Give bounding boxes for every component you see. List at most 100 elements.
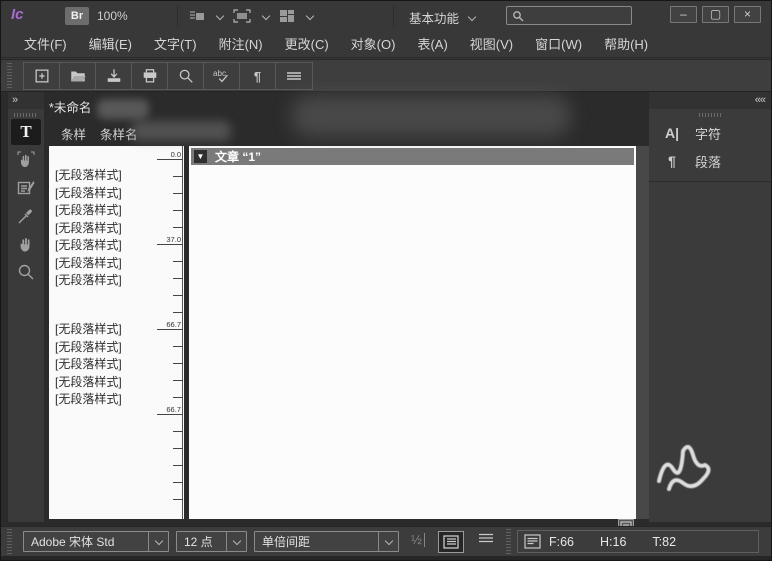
hidden-characters-button[interactable]: ¶ (240, 63, 276, 89)
arrange-documents-icon (279, 9, 295, 23)
close-button[interactable]: × (734, 6, 761, 23)
magnifier-icon (177, 67, 195, 85)
window-bottom-edge (1, 556, 772, 561)
ruler-label: 37.0 (143, 235, 181, 244)
ruler-tick (173, 193, 183, 194)
fraction-button[interactable]: ½ (411, 532, 425, 547)
position-tool-icon (16, 150, 36, 170)
menu-object[interactable]: 对象(O) (340, 31, 407, 58)
toolbar-grip-handle[interactable] (7, 63, 12, 90)
collapse-story-button[interactable]: ▼ (194, 150, 207, 163)
menu-table[interactable]: 表(A) (406, 31, 458, 58)
new-document-button[interactable] (24, 63, 60, 89)
chevron-down-icon (226, 532, 246, 551)
ruler-label: 66.7 (143, 320, 181, 329)
font-size-dropdown[interactable]: 12 点 (176, 531, 247, 552)
panel-item-character[interactable]: A| 字符 (649, 119, 772, 147)
ruler-tick (173, 312, 183, 313)
ruler-tick (173, 278, 183, 279)
galley-style-row: [无段落样式] (55, 355, 122, 372)
character-label: 字符 (695, 124, 721, 143)
galley-style-row: [无段落样式] (55, 201, 122, 218)
view-options-dropdown[interactable] (189, 6, 223, 26)
search-box[interactable] (506, 6, 632, 25)
incopy-window: Ic Br 100% (0, 0, 772, 561)
galley-view-icon (443, 535, 459, 549)
galley-style-row: [无段落样式] (55, 219, 122, 236)
zoom-level-dropdown[interactable]: 100% (97, 7, 167, 25)
menu-file[interactable]: 文件(F) (13, 31, 78, 58)
eyedropper-tool-button[interactable] (11, 203, 41, 229)
arrange-documents-dropdown[interactable] (279, 6, 313, 26)
menu-help[interactable]: 帮助(H) (593, 31, 659, 58)
hand-tool-icon (16, 234, 36, 254)
galley-info-toggle-active[interactable] (438, 531, 464, 553)
document-tab[interactable]: *未命名 (49, 97, 91, 119)
tab-galley[interactable]: 条样 (61, 124, 86, 142)
position-tool-button[interactable] (11, 147, 41, 173)
copyfit-info-group: F:66 H:16 T:82 (517, 530, 759, 553)
tools-panel-grip-handle[interactable] (14, 113, 38, 117)
paragraph-icon: ¶ (661, 153, 683, 169)
tab-galley-2[interactable]: 条样名 (100, 124, 138, 142)
leading-dropdown[interactable]: 单倍间距 (254, 531, 399, 552)
tools-panel-expand-button[interactable]: » (8, 92, 44, 109)
menu-bar: 文件(F)编辑(E)文字(T)附注(N)更改(C)对象(O)表(A)视图(V)窗… (1, 31, 772, 58)
spell-check-button[interactable]: abc (204, 63, 240, 89)
menu-notes[interactable]: 附注(N) (208, 31, 274, 58)
font-family-value: Adobe 宋体 Std (24, 533, 148, 550)
galley-style-row: [无段落样式] (55, 373, 122, 390)
character-icon: A| (661, 125, 683, 141)
ruler-tick (157, 329, 183, 330)
workspace-switcher[interactable]: 基本功能 (409, 8, 475, 27)
menu-view[interactable]: 视图(V) (459, 31, 524, 58)
type-tool-button[interactable]: T (11, 119, 41, 145)
story-editor-area[interactable]: ▼ 文章 “1” (189, 146, 636, 519)
menu-changes[interactable]: 更改(C) (274, 31, 340, 58)
note-tool-button[interactable] (11, 175, 41, 201)
scrollbar-track[interactable] (636, 146, 649, 519)
ruler-tick (173, 431, 183, 432)
zoom-tool-button[interactable] (11, 259, 41, 285)
pilcrow-icon: ¶ (254, 69, 261, 84)
galley-panel[interactable]: [无段落样式][无段落样式][无段落样式][无段落样式][无段落样式][无段落样… (49, 146, 184, 519)
paragraph-label: 段落 (695, 152, 721, 171)
search-input[interactable] (524, 9, 624, 23)
story-title: 文章 “1” (215, 148, 261, 165)
view-options-icon (189, 9, 205, 23)
chevron-down-icon (378, 532, 398, 551)
galley-style-row: [无段落样式] (55, 166, 122, 183)
stats-grip-handle[interactable] (506, 529, 511, 556)
font-family-dropdown[interactable]: Adobe 宋体 Std (23, 531, 169, 552)
dock-grip-handle[interactable] (699, 113, 723, 117)
print-icon (141, 67, 159, 85)
save-button[interactable] (96, 63, 132, 89)
statusbar-menu-button[interactable] (477, 532, 495, 544)
ruler-tick (173, 465, 183, 466)
ruler-tick (173, 482, 183, 483)
maximize-button[interactable]: ▢ (702, 6, 729, 23)
chevron-down-icon (148, 532, 168, 551)
menu-edit[interactable]: 编辑(E) (78, 31, 143, 58)
incopy-logo-icon: Ic (11, 6, 33, 26)
window-controls: – ▢ × (670, 6, 761, 23)
print-button[interactable] (132, 63, 168, 89)
toolbar-menu-button[interactable] (276, 63, 312, 89)
open-button[interactable] (60, 63, 96, 89)
menu-window[interactable]: 窗口(W) (524, 31, 593, 58)
galley-style-row: [无段落样式] (55, 320, 122, 337)
hand-tool-button[interactable] (11, 231, 41, 257)
tools-panel: » T (8, 92, 44, 522)
search-button[interactable] (168, 63, 204, 89)
statusbar-grip-handle[interactable] (7, 529, 12, 556)
note-tool-icon (16, 178, 36, 198)
ruler-tick (173, 499, 183, 500)
collapse-dock-button[interactable]: «« (649, 92, 772, 109)
menu-type[interactable]: 文字(T) (143, 31, 208, 58)
screen-mode-dropdown[interactable] (233, 6, 269, 26)
bridge-button[interactable]: Br (65, 7, 89, 25)
ruler-label: 0.0 (143, 150, 181, 159)
panel-item-paragraph[interactable]: ¶ 段落 (649, 147, 772, 175)
minimize-button[interactable]: – (670, 6, 697, 23)
story-header-bar[interactable]: ▼ 文章 “1” (191, 148, 634, 165)
